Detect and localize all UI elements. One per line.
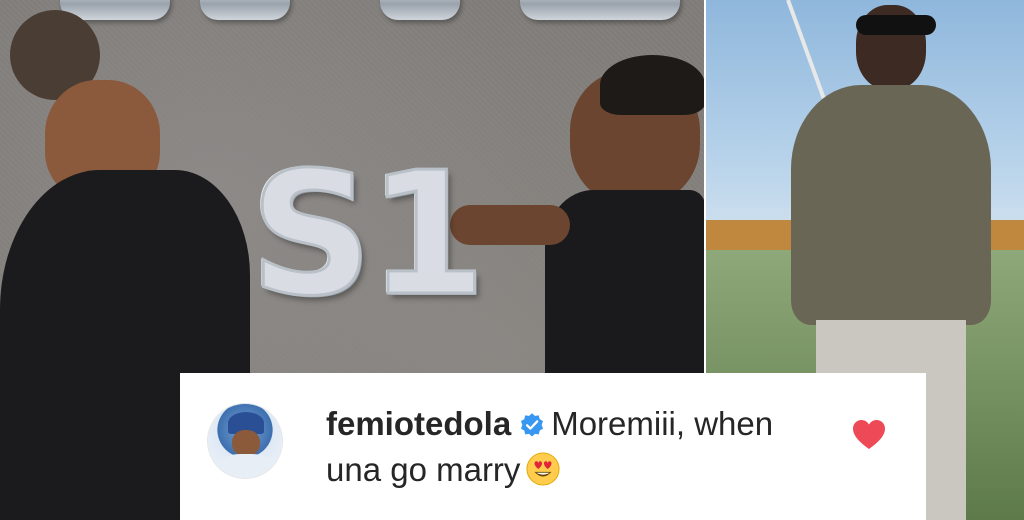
comment-line1: Moremiii, when bbox=[551, 405, 774, 442]
top-balloons bbox=[0, 0, 706, 40]
username-link[interactable]: femiotedola bbox=[326, 405, 511, 442]
balloon-letter-1: 1 bbox=[366, 136, 487, 334]
balloon-decor bbox=[520, 0, 680, 20]
avatar-shirt bbox=[218, 454, 274, 478]
man-hair bbox=[600, 55, 705, 115]
comment-line2: una go marry bbox=[326, 451, 521, 488]
sunglasses bbox=[856, 15, 936, 35]
avatar[interactable] bbox=[208, 404, 282, 478]
balloon-decor bbox=[200, 0, 290, 20]
balloon-letter-s: S bbox=[248, 136, 373, 334]
like-heart-icon[interactable] bbox=[852, 419, 886, 451]
man2-shirt bbox=[791, 85, 991, 325]
comment-card: femiotedola Moremiii, when una go marry bbox=[180, 373, 926, 520]
comment-text: femiotedola Moremiii, when una go marry bbox=[326, 401, 886, 493]
balloon-decor bbox=[380, 0, 460, 20]
verified-badge-icon bbox=[521, 413, 544, 437]
avatar-face bbox=[232, 430, 260, 456]
heart-eyes-emoji-icon bbox=[526, 452, 560, 486]
